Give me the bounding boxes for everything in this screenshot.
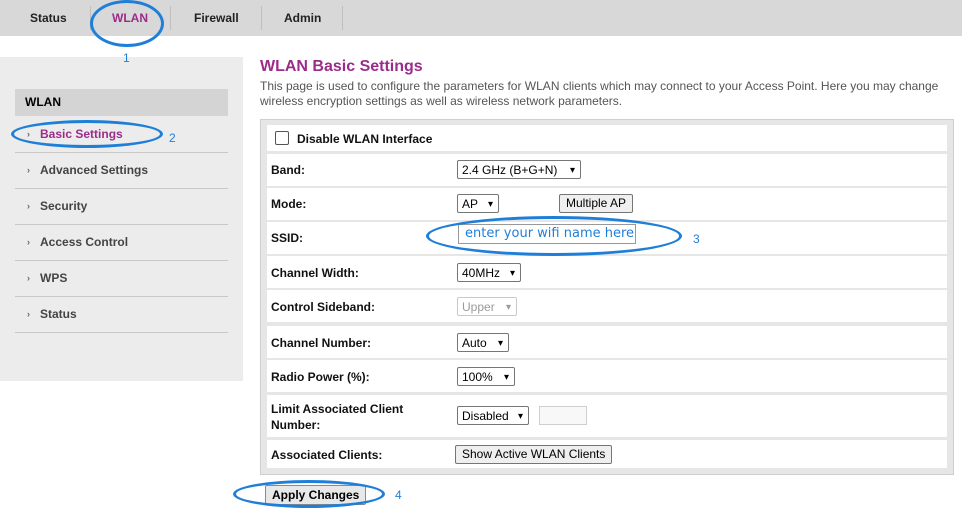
sidebar-item-label: Basic Settings	[40, 127, 123, 141]
channel-width-value: 40MHz	[462, 266, 501, 280]
limit-clients-row: Limit Associated Client Number: Disabled…	[267, 395, 947, 437]
chevron-down-icon: ▾	[569, 165, 575, 176]
disable-wlan-label: Disable WLAN Interface	[297, 132, 433, 146]
show-active-clients-button[interactable]: Show Active WLAN Clients	[455, 445, 613, 464]
radio-power-value: 100%	[462, 370, 493, 384]
mode-select[interactable]: AP ▾	[457, 194, 499, 213]
band-row: Band: 2.4 GHz (B+G+N) ▾	[267, 154, 947, 186]
mode-row: Mode: AP ▾ Multiple AP	[267, 188, 947, 220]
tab-wlan[interactable]: WLAN	[112, 0, 148, 36]
sidebar: WLAN › Basic Settings › Advanced Setting…	[0, 57, 243, 381]
sidebar-item-label: Status	[40, 307, 77, 321]
channel-width-row: Channel Width: 40MHz ▾	[267, 256, 947, 288]
limit-clients-select[interactable]: Disabled ▾	[457, 406, 529, 425]
tab-divider	[170, 6, 171, 30]
ssid-input[interactable]: enter your wifi name here	[458, 224, 636, 244]
chevron-right-icon: ›	[27, 129, 30, 139]
mode-label: Mode:	[271, 197, 307, 211]
tab-divider	[90, 6, 91, 30]
channel-number-label: Channel Number:	[271, 336, 372, 350]
chevron-right-icon: ›	[27, 309, 30, 319]
chevron-down-icon: ▾	[503, 372, 509, 383]
annotation-number-3: 3	[693, 232, 700, 246]
page-description: This page is used to configure the param…	[260, 79, 939, 108]
band-select[interactable]: 2.4 GHz (B+G+N) ▾	[457, 160, 581, 179]
control-sideband-row: Control Sideband: Upper ▾	[267, 290, 947, 322]
tab-divider	[261, 6, 262, 30]
limit-clients-label-line2: Number:	[271, 418, 321, 432]
limit-clients-value: Disabled	[462, 409, 509, 423]
sidebar-item-status[interactable]: › Status	[15, 297, 228, 333]
limit-clients-number-input[interactable]	[539, 406, 587, 425]
associated-clients-row: Associated Clients: Show Active WLAN Cli…	[267, 440, 947, 468]
channel-number-select[interactable]: Auto ▾	[457, 333, 509, 352]
sidebar-item-label: Access Control	[40, 235, 129, 249]
associated-clients-label: Associated Clients:	[271, 448, 383, 462]
chevron-down-icon: ▾	[517, 411, 523, 422]
limit-clients-label-line1: Limit Associated Client	[271, 402, 404, 416]
chevron-right-icon: ›	[27, 237, 30, 247]
sidebar-item-label: WPS	[40, 271, 68, 285]
chevron-down-icon: ▾	[509, 268, 515, 279]
channel-width-label: Channel Width:	[271, 266, 359, 280]
sidebar-item-access-control[interactable]: › Access Control	[15, 225, 228, 261]
chevron-down-icon: ▾	[487, 199, 493, 210]
control-sideband-value: Upper	[462, 300, 495, 314]
sidebar-item-advanced-settings[interactable]: › Advanced Settings	[15, 153, 228, 189]
page-title: WLAN Basic Settings	[260, 58, 423, 75]
multiple-ap-button[interactable]: Multiple AP	[559, 194, 634, 213]
sidebar-item-basic-settings[interactable]: › Basic Settings	[15, 117, 228, 153]
sidebar-item-wps[interactable]: › WPS	[15, 261, 228, 297]
chevron-right-icon: ›	[27, 273, 30, 283]
tab-divider	[342, 6, 343, 30]
tab-admin[interactable]: Admin	[284, 0, 321, 36]
band-label: Band:	[271, 163, 305, 177]
disable-wlan-checkbox[interactable]	[275, 131, 289, 145]
chevron-down-icon: ▾	[505, 302, 511, 313]
channel-width-select[interactable]: 40MHz ▾	[457, 263, 521, 282]
channel-number-row: Channel Number: Auto ▾	[267, 326, 947, 358]
annotation-number-2: 2	[169, 131, 176, 145]
apply-changes-button[interactable]: Apply Changes	[265, 485, 367, 505]
radio-power-row: Radio Power (%): 100% ▾	[267, 360, 947, 392]
radio-power-label: Radio Power (%):	[271, 370, 370, 384]
tab-status[interactable]: Status	[30, 0, 67, 36]
annotation-number-4: 4	[395, 488, 402, 502]
sidebar-heading: WLAN	[15, 89, 228, 116]
sidebar-item-security[interactable]: › Security	[15, 189, 228, 225]
chevron-right-icon: ›	[27, 165, 30, 175]
band-value: 2.4 GHz (B+G+N)	[462, 163, 558, 177]
mode-value: AP	[462, 197, 479, 211]
control-sideband-label: Control Sideband:	[271, 300, 375, 314]
sidebar-item-label: Security	[40, 199, 88, 213]
channel-number-value: Auto	[462, 336, 487, 350]
disable-wlan-row: Disable WLAN Interface	[267, 125, 947, 151]
annotation-number-1: 1	[123, 51, 130, 65]
control-sideband-select[interactable]: Upper ▾	[457, 297, 517, 316]
settings-panel: Disable WLAN Interface Band: 2.4 GHz (B+…	[260, 119, 954, 475]
chevron-down-icon: ▾	[497, 338, 503, 349]
chevron-right-icon: ›	[27, 201, 30, 211]
sidebar-item-label: Advanced Settings	[40, 163, 149, 177]
ssid-label: SSID:	[271, 231, 304, 245]
radio-power-select[interactable]: 100% ▾	[457, 367, 515, 386]
top-navigation: Status WLAN Firewall Admin	[0, 0, 962, 36]
tab-firewall[interactable]: Firewall	[194, 0, 239, 36]
